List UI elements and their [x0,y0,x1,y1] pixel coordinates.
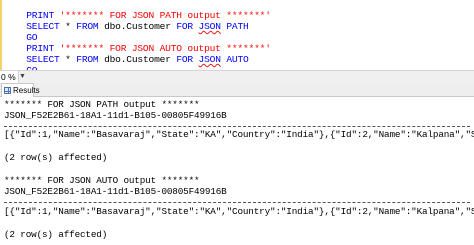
rows-affected: (2 row(s) affected) [4,229,108,240]
keyword-for: FOR [176,21,199,32]
column-name: JSON_F52E2B61-18A1-11d1-B105-00805F49916… [4,110,227,121]
zoom-level[interactable]: 0 % [0,71,19,83]
select-star: * [65,54,77,65]
rows-affected: (2 row(s) affected) [4,152,108,163]
code-line-1[interactable]: PRINT '******* FOR JSON PATH output ****… [4,1,271,21]
chevron-down-icon[interactable]: ▼ [19,73,26,80]
keyword-path: PATH [220,21,249,32]
keyword-from: FROM [76,54,105,65]
output-header: ******* FOR JSON AUTO output ******* [4,175,200,186]
zoom-bar: 0 % ▼ [0,70,474,83]
divider [4,126,470,127]
keyword-from: FROM [76,21,105,32]
sql-editor[interactable]: PRINT '******* FOR JSON PATH output ****… [0,0,474,70]
json-output: [{"Id":1,"Name":"Basavaraj","State":"KA"… [4,206,474,217]
table-name: dbo.Customer [104,54,177,65]
divider [4,202,470,203]
keyword-for: FOR [176,54,199,65]
grid-icon [4,87,11,94]
select-star: * [65,21,77,32]
json-output: [{"Id":1,"Name":"Basavaraj","State":"KA"… [4,129,474,140]
code-line-2[interactable]: SELECT * FROM dbo.Customer FOR JSON PATH [4,12,249,32]
keyword-json-squiggle: JSON [198,54,221,65]
table-name: dbo.Customer [104,21,177,32]
code-line-5[interactable]: SELECT * FROM dbo.Customer FOR JSON AUTO [4,45,249,65]
tab-results[interactable]: Results [1,83,40,97]
code-line-3[interactable]: GO [4,23,37,43]
code-line-6[interactable]: GO [4,56,37,71]
results-pane[interactable]: ******* FOR JSON PATH output ******* JSO… [0,97,474,245]
results-tab-strip: Results [0,83,474,97]
output-header: ******* FOR JSON PATH output ******* [4,99,200,110]
column-name: JSON_F52E2B61-18A1-11d1-B105-00805F49916… [4,186,227,197]
tab-results-label: Results [13,86,40,95]
code-line-4[interactable]: PRINT '******* FOR JSON AUTO output ****… [4,34,271,54]
keyword-json-squiggle: JSON [198,21,221,32]
keyword-auto: AUTO [220,54,249,65]
change-margin [0,0,2,70]
